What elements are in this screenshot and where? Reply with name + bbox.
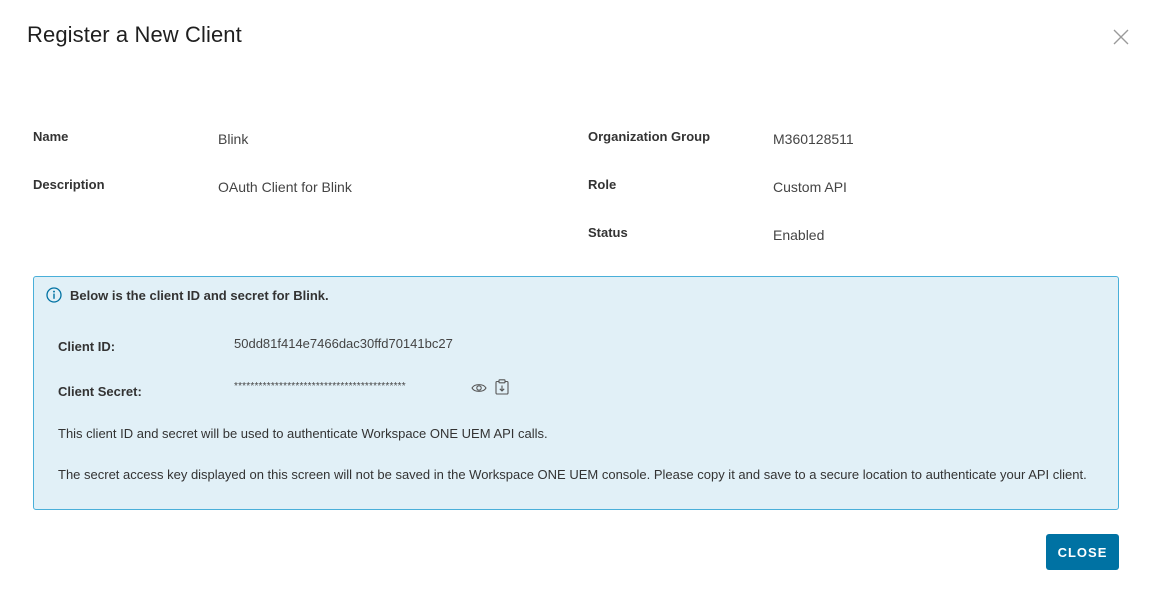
status-value: Enabled	[773, 227, 825, 243]
dialog-title: Register a New Client	[27, 22, 242, 47]
organization-group-value: M360128511	[773, 131, 854, 147]
name-label: Name	[33, 129, 69, 144]
description-label: Description	[33, 177, 105, 192]
role-value: Custom API	[773, 179, 847, 195]
status-label: Status	[588, 225, 628, 240]
eye-icon[interactable]	[471, 381, 487, 395]
usage-note: This client ID and secret will be used t…	[58, 426, 548, 441]
client-secret-value: ****************************************…	[234, 381, 406, 392]
register-client-dialog: Register a New Client Name Blink Descrip…	[0, 0, 1152, 600]
close-button[interactable]: CLOSE	[1046, 534, 1119, 570]
client-secret-label: Client Secret:	[58, 384, 142, 399]
close-icon[interactable]	[1112, 28, 1130, 46]
info-icon	[46, 287, 62, 303]
client-credentials-alert: Below is the client ID and secret for Bl…	[33, 276, 1119, 510]
copy-icon[interactable]	[495, 379, 509, 395]
alert-heading: Below is the client ID and secret for Bl…	[70, 288, 329, 303]
role-label: Role	[588, 177, 617, 192]
client-id-value: 50dd81f414e7466dac30ffd70141bc27	[234, 336, 453, 351]
description-value: OAuth Client for Blink	[218, 179, 352, 195]
name-value: Blink	[218, 131, 249, 147]
client-id-label: Client ID:	[58, 339, 116, 354]
organization-group-label: Organization Group	[588, 129, 711, 144]
secret-warning-note: The secret access key displayed on this …	[58, 467, 1087, 482]
